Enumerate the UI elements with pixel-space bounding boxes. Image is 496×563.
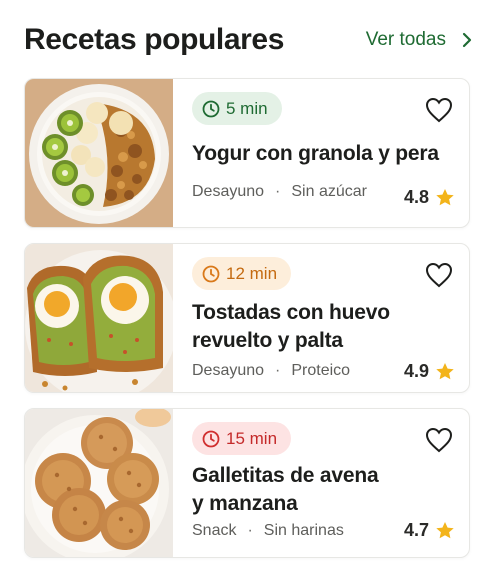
star-icon bbox=[435, 362, 455, 381]
time-badge: 12 min bbox=[192, 257, 292, 290]
recipe-rating: 4.7 bbox=[404, 520, 455, 541]
section-title: Recetas populares bbox=[24, 23, 284, 56]
recipe-image-avocado-toast bbox=[25, 244, 173, 392]
favorite-button[interactable] bbox=[425, 427, 453, 453]
recipe-meta: Desayuno · Sin azúcar bbox=[192, 183, 367, 201]
time-label: 15 min bbox=[226, 428, 278, 448]
recipe-tag: Sin harinas bbox=[263, 522, 344, 539]
time-label: 12 min bbox=[226, 263, 278, 283]
time-badge: 5 min bbox=[192, 92, 282, 125]
recipe-image-yogurt-granola bbox=[25, 79, 173, 227]
recipe-card[interactable]: 5 min Yogur con granola y pera Desayuno … bbox=[24, 78, 470, 228]
recipe-title: Tostadas con huevo revuelto y palta bbox=[192, 301, 390, 352]
separator-dot: · bbox=[275, 362, 281, 379]
clock-icon bbox=[202, 100, 220, 118]
see-all-link[interactable]: Ver todas bbox=[366, 29, 472, 51]
recipe-card[interactable]: 15 min Galletitas de avena y manzana Sna… bbox=[24, 408, 470, 558]
star-icon bbox=[435, 521, 455, 540]
recipe-image-oat-cookies bbox=[25, 409, 173, 557]
rating-value: 4.8 bbox=[403, 187, 429, 207]
rating-value: 4.7 bbox=[403, 520, 429, 540]
recipe-tag: Sin azúcar bbox=[291, 183, 367, 200]
separator-dot: · bbox=[247, 522, 253, 539]
recipe-category: Desayuno bbox=[192, 183, 265, 200]
heart-outline-icon bbox=[425, 262, 453, 288]
section-header: Recetas populares Ver todas bbox=[24, 18, 472, 62]
clock-icon bbox=[202, 265, 220, 283]
clock-icon bbox=[202, 430, 220, 448]
see-all-label: Ver todas bbox=[365, 29, 446, 50]
recipe-category: Snack bbox=[192, 522, 237, 539]
heart-outline-icon bbox=[425, 97, 453, 123]
recipe-rating: 4.9 bbox=[404, 361, 455, 382]
recipe-card[interactable]: 12 min Tostadas con huevo revuelto y pal… bbox=[24, 243, 470, 393]
rating-value: 4.9 bbox=[403, 361, 429, 381]
recipe-title: Yogur con granola y pera bbox=[192, 142, 439, 165]
separator-dot: · bbox=[275, 183, 281, 200]
time-badge: 15 min bbox=[192, 422, 292, 455]
time-label: 5 min bbox=[226, 98, 268, 118]
chevron-right-icon bbox=[462, 32, 472, 48]
recipe-title: Galletitas de avena y manzana bbox=[192, 464, 379, 515]
favorite-button[interactable] bbox=[425, 262, 453, 288]
recipe-meta: Desayuno · Proteico bbox=[192, 362, 350, 380]
heart-outline-icon bbox=[425, 427, 453, 453]
recipe-tag: Proteico bbox=[291, 362, 351, 379]
star-icon bbox=[435, 188, 455, 207]
recipe-rating: 4.8 bbox=[404, 187, 455, 208]
recipe-category: Desayuno bbox=[192, 362, 265, 379]
recipe-meta: Snack · Sin harinas bbox=[192, 522, 344, 540]
favorite-button[interactable] bbox=[425, 97, 453, 123]
